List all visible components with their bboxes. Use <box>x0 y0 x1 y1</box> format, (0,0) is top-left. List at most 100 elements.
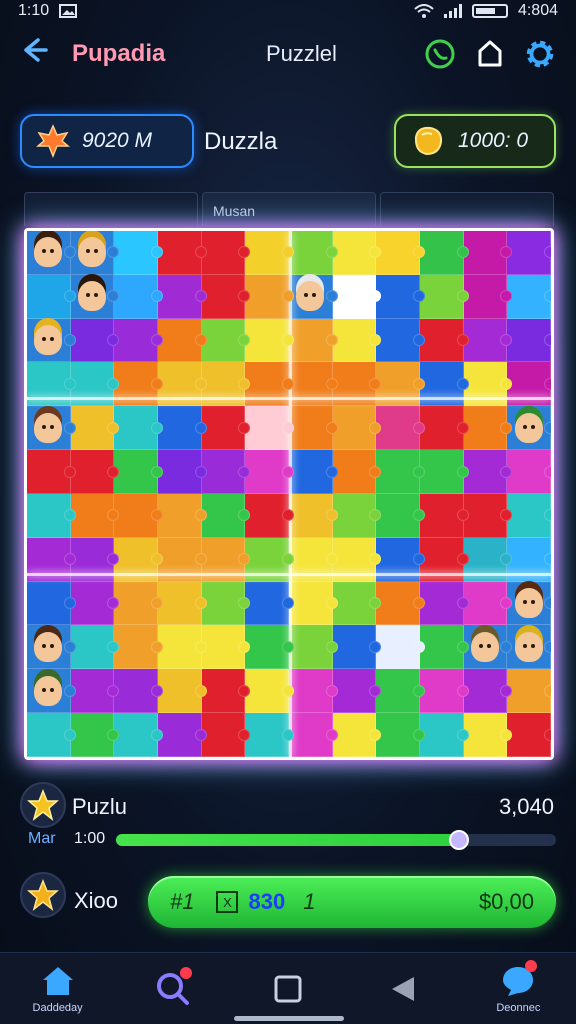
puzzle-piece[interactable] <box>201 406 250 451</box>
puzzle-piece[interactable] <box>201 231 250 275</box>
puzzle-piece[interactable] <box>158 231 207 275</box>
puzzle-piece[interactable] <box>158 274 207 319</box>
puzzle-piece[interactable] <box>114 318 163 363</box>
puzzle-piece[interactable] <box>507 493 551 538</box>
puzzle-piece[interactable] <box>376 231 425 275</box>
puzzle-piece[interactable] <box>70 713 119 757</box>
puzzle-piece[interactable] <box>376 493 425 538</box>
puzzle-piece[interactable] <box>463 362 512 407</box>
puzzle-piece[interactable] <box>463 581 512 626</box>
puzzle-piece[interactable] <box>420 493 469 538</box>
puzzle-piece[interactable] <box>332 318 381 363</box>
puzzle-piece[interactable] <box>332 669 381 714</box>
nav-home[interactable]: Daddeday <box>13 964 103 1014</box>
puzzle-piece[interactable] <box>289 362 338 407</box>
puzzle-piece[interactable] <box>463 625 512 670</box>
board-tab-1[interactable] <box>24 192 198 226</box>
puzzle-piece[interactable] <box>289 318 338 363</box>
puzzle-piece[interactable] <box>420 362 469 407</box>
puzzle-piece[interactable] <box>245 450 294 494</box>
puzzle-piece[interactable] <box>332 362 381 407</box>
puzzle-piece[interactable] <box>463 274 512 319</box>
puzzle-piece[interactable] <box>289 493 338 538</box>
puzzle-piece[interactable] <box>201 450 250 494</box>
puzzle-piece[interactable] <box>507 231 551 275</box>
puzzle-piece[interactable] <box>158 406 207 451</box>
settings-gear-icon[interactable] <box>522 36 558 72</box>
puzzle-piece[interactable] <box>332 406 381 451</box>
puzzle-piece[interactable] <box>245 274 294 319</box>
puzzle-piece[interactable] <box>507 450 551 494</box>
puzzle-piece[interactable] <box>114 362 163 407</box>
back-arrow-icon[interactable] <box>18 34 58 74</box>
puzzle-piece[interactable] <box>463 450 512 494</box>
puzzle-piece[interactable] <box>507 274 551 319</box>
coins-pill[interactable]: 9020 M <box>20 114 194 168</box>
puzzle-piece[interactable] <box>114 450 163 494</box>
gold-pill[interactable]: 1000: 0 <box>394 114 556 168</box>
puzzle-piece[interactable] <box>376 318 425 363</box>
puzzle-piece[interactable] <box>201 669 250 714</box>
puzzle-piece[interactable] <box>70 625 119 670</box>
puzzle-piece[interactable] <box>463 318 512 363</box>
puzzle-piece[interactable] <box>289 274 338 319</box>
puzzle-piece[interactable] <box>289 669 338 714</box>
puzzle-piece[interactable] <box>376 669 425 714</box>
puzzle-piece[interactable] <box>114 231 163 275</box>
puzzle-piece[interactable] <box>70 274 119 319</box>
puzzle-piece[interactable] <box>27 274 76 319</box>
progress-track[interactable] <box>116 830 556 850</box>
puzzle-piece[interactable] <box>376 581 425 626</box>
puzzle-piece[interactable] <box>27 362 76 407</box>
puzzle-piece[interactable] <box>332 274 381 319</box>
puzzle-piece[interactable] <box>158 318 207 363</box>
puzzle-piece[interactable] <box>27 406 76 451</box>
puzzle-piece[interactable] <box>70 406 119 451</box>
nav-chat[interactable]: Deonnec <box>473 959 563 1014</box>
puzzle-piece[interactable] <box>332 493 381 538</box>
puzzle-piece[interactable] <box>245 669 294 714</box>
nav-search[interactable] <box>128 966 218 1007</box>
board-tab-2[interactable]: Musan <box>202 192 376 226</box>
puzzle-piece[interactable] <box>27 625 76 670</box>
board-tab-3[interactable] <box>380 192 554 226</box>
puzzle-board[interactable] <box>24 228 554 760</box>
puzzle-piece[interactable] <box>158 493 207 538</box>
puzzle-piece[interactable] <box>420 581 469 626</box>
puzzle-piece[interactable] <box>114 625 163 670</box>
puzzle-piece[interactable] <box>420 406 469 451</box>
puzzle-piece[interactable] <box>245 581 294 626</box>
puzzle-piece[interactable] <box>114 274 163 319</box>
puzzle-piece[interactable] <box>114 493 163 538</box>
puzzle-piece[interactable] <box>201 581 250 626</box>
play-button[interactable]: #1 X 830 1 $0,00 <box>148 876 556 928</box>
puzzle-piece[interactable] <box>376 362 425 407</box>
puzzle-piece[interactable] <box>420 669 469 714</box>
puzzle-piece[interactable] <box>332 231 381 275</box>
puzzle-piece[interactable] <box>70 669 119 714</box>
puzzle-piece[interactable] <box>201 274 250 319</box>
puzzle-piece[interactable] <box>27 713 76 757</box>
puzzle-piece[interactable] <box>376 625 425 670</box>
support-icon[interactable] <box>422 36 458 72</box>
puzzle-piece[interactable] <box>420 713 469 757</box>
puzzle-piece[interactable] <box>114 669 163 714</box>
puzzle-piece[interactable] <box>114 713 163 757</box>
puzzle-piece[interactable] <box>463 231 512 275</box>
puzzle-piece[interactable] <box>376 450 425 494</box>
puzzle-piece[interactable] <box>158 669 207 714</box>
star-button-icon[interactable] <box>20 872 66 918</box>
puzzle-piece[interactable] <box>201 318 250 363</box>
puzzle-piece[interactable] <box>245 231 294 275</box>
puzzle-piece[interactable] <box>289 625 338 670</box>
puzzle-piece[interactable] <box>245 318 294 363</box>
puzzle-piece[interactable] <box>201 493 250 538</box>
puzzle-piece[interactable] <box>376 274 425 319</box>
puzzle-piece[interactable] <box>507 713 551 757</box>
puzzle-piece[interactable] <box>376 713 425 757</box>
puzzle-piece[interactable] <box>507 625 551 670</box>
progress-knob[interactable] <box>449 830 470 850</box>
puzzle-piece[interactable] <box>463 493 512 538</box>
puzzle-piece[interactable] <box>27 450 76 494</box>
puzzle-piece[interactable] <box>332 713 381 757</box>
